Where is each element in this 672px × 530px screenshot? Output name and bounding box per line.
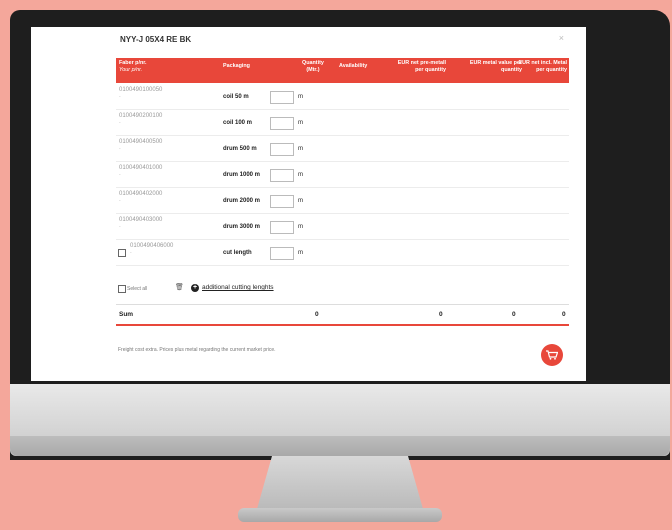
part-number: 0100490400500 — [119, 139, 163, 145]
unit-label: m — [298, 224, 303, 230]
quantity-input[interactable] — [270, 91, 294, 104]
sum-label: Sum — [119, 311, 134, 318]
part-number: 0100490402000 — [119, 191, 163, 197]
header-your-pn: Your p/nr. — [119, 67, 143, 73]
packaging-label: coil 100 m — [223, 120, 253, 126]
monitor-base — [238, 508, 442, 522]
sum-net-incl-metal: 0 — [562, 311, 566, 318]
header-quantity: Quantity — [302, 60, 324, 66]
quantity-input[interactable] — [270, 169, 294, 182]
sum-underline — [116, 324, 569, 326]
sum-row: Sum 0 0 0 0 — [116, 311, 569, 323]
footer-note: Freight cost extra. Prices plus metal re… — [118, 347, 276, 353]
row-checkbox[interactable] — [118, 249, 126, 257]
quantity-input[interactable] — [270, 195, 294, 208]
packaging-label: drum 2000 m — [223, 198, 261, 204]
monitor-stand — [255, 456, 425, 516]
quantity-input[interactable] — [270, 143, 294, 156]
table-header: Faber p/nr. Your p/nr. Packaging Quantit… — [116, 58, 569, 83]
close-icon[interactable]: × — [559, 33, 564, 43]
cart-icon — [546, 350, 558, 360]
unit-label: m — [298, 172, 303, 178]
sum-quantity: 0 — [315, 311, 319, 318]
modal-title: NYY-J 05X4 RE BK — [120, 35, 192, 44]
packaging-label: drum 3000 m — [223, 224, 261, 230]
screen: NYY-J 05X4 RE BK × Faber p/nr. Your p/nr… — [31, 27, 586, 381]
unit-label: m — [298, 120, 303, 126]
plus-circle-icon[interactable]: + — [191, 284, 199, 292]
select-all-label: Select all — [127, 286, 148, 292]
part-number: 0100490200100 — [119, 113, 163, 119]
quantity-input[interactable] — [270, 117, 294, 130]
part-number: 0100490401000 — [119, 165, 163, 171]
header-eur-net-incl-metal: EUR net incl. Metal — [518, 60, 567, 66]
header-eur-net-pre-metal-2: per quantity — [415, 67, 446, 73]
table-row: 0100490200100 - coil 100 m m — [116, 109, 569, 136]
part-number: 0100490403000 — [119, 217, 163, 223]
additional-cutting-lengths-link[interactable]: additional cutting lenghts — [202, 284, 274, 291]
sum-divider — [116, 304, 569, 305]
trash-icon[interactable]: 🗑 — [175, 283, 184, 291]
packaging-label: drum 1000 m — [223, 172, 261, 178]
unit-label: m — [298, 94, 303, 100]
select-all-checkbox[interactable] — [118, 285, 126, 293]
part-number: 0100490406000 — [130, 243, 174, 249]
packaging-label: drum 500 m — [223, 146, 257, 152]
unit-label: m — [298, 146, 303, 152]
packaging-label: cut length — [223, 250, 252, 256]
unit-label: m — [298, 198, 303, 204]
part-number: 0100490100050 — [119, 87, 163, 93]
quantity-input[interactable] — [270, 221, 294, 234]
table-row: 0100490400500 - drum 500 m m — [116, 135, 569, 162]
table-row: 0100490402000 - drum 2000 m m — [116, 187, 569, 214]
unit-label: m — [298, 250, 303, 256]
table-row: 0100490100050 - coil 50 m m — [116, 83, 569, 110]
table-row: 0100490403000 - drum 3000 m m — [116, 213, 569, 240]
header-eur-net-pre-metal: EUR net pre-metall — [397, 60, 446, 66]
quantity-input[interactable] — [270, 247, 294, 260]
header-faber-pn: Faber p/nr. — [119, 60, 147, 66]
cart-button[interactable] — [541, 344, 563, 366]
sum-metal-value: 0 — [512, 311, 516, 318]
header-quantity-unit: (Mtr.) — [306, 67, 320, 73]
monitor-chin-edge — [10, 436, 670, 456]
header-eur-net-incl-metal-2: per quantity — [536, 67, 567, 73]
header-availability: Availability — [339, 63, 368, 69]
sum-pre-metal: 0 — [439, 311, 443, 318]
packaging-label: coil 50 m — [223, 94, 249, 100]
table-row: 0100490401000 - drum 1000 m m — [116, 161, 569, 188]
header-packaging: Packaging — [223, 63, 250, 69]
table-row: 0100490406000 - cut length m — [116, 239, 569, 266]
